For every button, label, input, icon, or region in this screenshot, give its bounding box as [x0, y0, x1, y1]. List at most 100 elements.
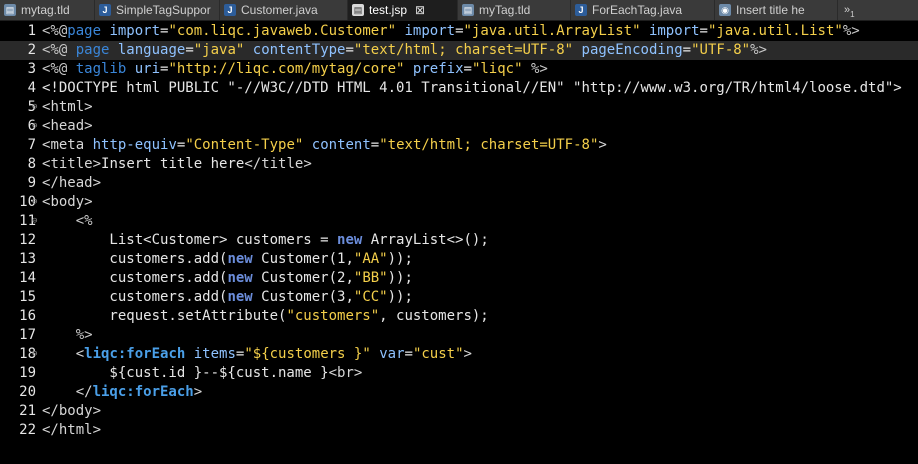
- tab-5[interactable]: ▤ myTag.tld: [458, 0, 571, 20]
- code-token: ${cust.id }--${cust.name }: [42, 365, 329, 381]
- code-line[interactable]: 19 ${cust.id }--${cust.name }<br>: [0, 364, 918, 383]
- code-line[interactable]: 11 ⊖ <%: [0, 212, 918, 231]
- code-line[interactable]: 20 </liqc:forEach>: [0, 383, 918, 402]
- code-token: =: [455, 23, 464, 39]
- code-line[interactable]: 13 customers.add(new Customer(1,"AA"));: [0, 250, 918, 269]
- code-token: </: [42, 403, 59, 419]
- code-token: =: [463, 61, 472, 77]
- fold-collapse-icon[interactable]: ⊖: [32, 193, 40, 212]
- tab-6[interactable]: J ForEachTag.java: [571, 0, 715, 20]
- tab-1[interactable]: ▤ mytag.tld: [0, 0, 95, 20]
- code-token: items: [193, 346, 236, 362]
- line-number: 18: [19, 346, 36, 362]
- fold-collapse-icon[interactable]: ⊖: [32, 117, 40, 136]
- code-line[interactable]: 14 customers.add(new Customer(2,"BB"));: [0, 269, 918, 288]
- tab-overflow-button[interactable]: » 1: [838, 0, 861, 20]
- code-line[interactable]: 22 </html>: [0, 421, 918, 440]
- code-line[interactable]: 8 <title>Insert title here</title>: [0, 155, 918, 174]
- code-line[interactable]: 4 <!DOCTYPE html PUBLIC "-//W3C//DTD HTML…: [0, 79, 918, 98]
- code-token: %>: [842, 23, 860, 39]
- code-token: uri: [134, 61, 161, 77]
- line-number: 20: [19, 384, 36, 400]
- code-line[interactable]: 21 </body>: [0, 402, 918, 421]
- close-tab-icon[interactable]: ⊠: [415, 3, 425, 17]
- code-token: "text/html; charset=UTF-8": [379, 137, 599, 153]
- code-token: title: [50, 156, 93, 172]
- line-number: 4: [27, 80, 36, 96]
- code-token: =: [404, 346, 413, 362]
- code-token: >: [353, 365, 363, 381]
- code-token: "com.liqc.javaweb.Customer": [168, 23, 397, 39]
- code-text: <head>: [42, 117, 93, 136]
- line-number: 7: [27, 137, 36, 153]
- code-text: <%: [42, 212, 93, 231]
- tab-7[interactable]: ◉ Insert title he: [715, 0, 838, 20]
- code-token: "liqc": [471, 61, 523, 77]
- code-token: var: [379, 346, 405, 362]
- code-token: head: [50, 118, 85, 134]
- overflow-count: 1: [850, 9, 855, 19]
- code-text: customers.add(new Customer(3,"CC"));: [42, 288, 412, 307]
- tab-2[interactable]: J SimpleTagSuppor: [95, 0, 220, 20]
- code-line[interactable]: 2 <%@ page language="java" contentType="t…: [0, 41, 918, 60]
- tab-4[interactable]: ▤ test.jsp ⊠: [348, 0, 458, 20]
- code-token: >: [92, 422, 102, 438]
- code-line[interactable]: 9 </head>: [0, 174, 918, 193]
- code-line[interactable]: 7 <meta http-equiv="Content-Type" content…: [0, 136, 918, 155]
- code-line[interactable]: 3 <%@ taglib uri = "http://liqc.com/mytag/c…: [0, 60, 918, 79]
- code-token: >: [303, 156, 312, 172]
- code-token: customers.add(: [42, 289, 228, 305]
- fold-collapse-icon[interactable]: ⊖: [32, 98, 40, 117]
- code-token: >: [84, 118, 93, 134]
- code-editor[interactable]: 1 <%@page import="com.liqc.javaweb.Custom…: [0, 21, 918, 464]
- code-token: =: [185, 42, 194, 58]
- code-token: >: [92, 403, 102, 419]
- code-text: <meta http-equiv="Content-Type" content=…: [42, 136, 607, 155]
- code-token: =: [699, 23, 708, 39]
- tab-label: mytag.tld: [21, 3, 70, 17]
- code-token: contentType: [252, 42, 346, 58]
- java-file-icon: J: [99, 4, 111, 16]
- code-line[interactable]: 18 ⊖ <liqc:forEach items="${customers }" …: [0, 345, 918, 364]
- code-text: %>: [42, 326, 93, 345]
- line-number: 16: [19, 308, 36, 324]
- code-line[interactable]: 16 request.setAttribute("customers", cus…: [0, 307, 918, 326]
- line-number: 1: [27, 23, 36, 39]
- code-line[interactable]: 17 %>: [0, 326, 918, 345]
- tld-file-icon: ▤: [462, 4, 474, 16]
- code-line[interactable]: 12 List<Customer> customers = new ArrayL…: [0, 231, 918, 250]
- code-text: <html>: [42, 98, 93, 117]
- fold-collapse-icon[interactable]: ⊖: [32, 212, 40, 231]
- line-number: 9: [27, 175, 36, 191]
- code-token: >: [598, 137, 607, 153]
- tab-label: SimpleTagSuppor: [116, 3, 211, 17]
- code-token: import: [109, 23, 161, 39]
- code-line[interactable]: 5 ⊖ <html>: [0, 98, 918, 117]
- code-token: prefix: [412, 61, 464, 77]
- code-line[interactable]: 15 customers.add(new Customer(3,"CC"));: [0, 288, 918, 307]
- code-token: liqc:forEach: [92, 384, 194, 400]
- code-line[interactable]: 6 ⊖ <head>: [0, 117, 918, 136]
- code-token: "UTF-8": [691, 42, 751, 58]
- line-number: 14: [19, 270, 36, 286]
- code-token: "${customers }": [244, 346, 371, 362]
- code-token: new: [227, 251, 253, 267]
- fold-collapse-icon[interactable]: ⊖: [32, 345, 40, 364]
- code-token: <%@: [42, 42, 76, 58]
- line-number: 8: [27, 156, 36, 172]
- code-token: >: [84, 194, 93, 210]
- tab-3[interactable]: J Customer.java: [220, 0, 348, 20]
- code-text: <body>: [42, 193, 93, 212]
- code-token: </: [42, 175, 59, 191]
- code-text: <%@ page language="java" contentType="te…: [42, 41, 767, 60]
- line-number: 10: [19, 194, 36, 210]
- code-line[interactable]: 10 ⊖ <body>: [0, 193, 918, 212]
- code-line[interactable]: 1 <%@page import="com.liqc.javaweb.Custom…: [0, 22, 918, 41]
- line-number: 17: [19, 327, 36, 343]
